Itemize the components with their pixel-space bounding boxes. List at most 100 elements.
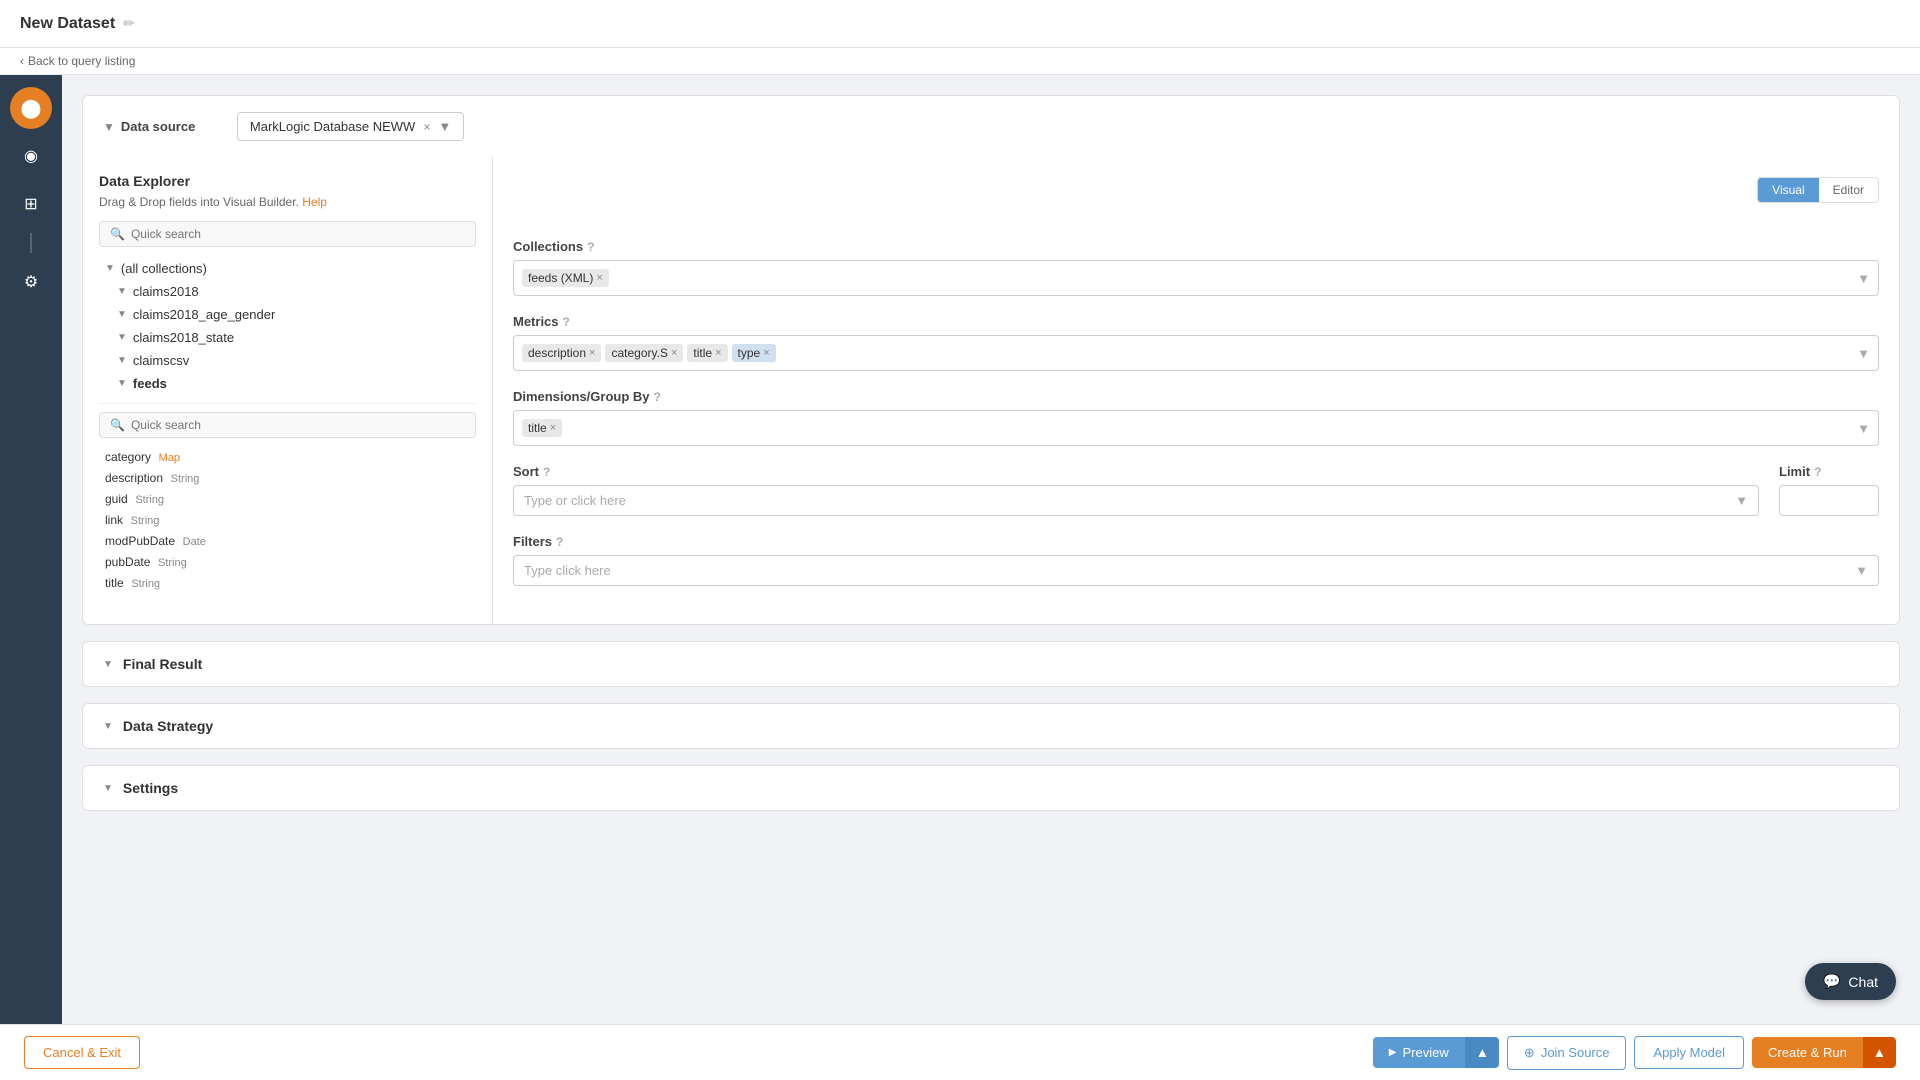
sort-help-icon[interactable]: ? bbox=[543, 465, 550, 479]
explorer-help-link[interactable]: Help bbox=[302, 195, 327, 209]
back-link-text: Back to query listing bbox=[28, 54, 135, 68]
tag-remove-icon[interactable]: × bbox=[671, 347, 677, 359]
datasource-dropdown[interactable]: MarkLogic Database NEWW × ▼ bbox=[237, 112, 464, 141]
limit-label: Limit ? bbox=[1779, 464, 1879, 479]
explorer-search-box[interactable]: 🔍 bbox=[99, 221, 476, 247]
sidebar-item-home[interactable]: ⬤ bbox=[10, 87, 52, 129]
sort-limit-section: Sort ? Type or click here ▼ Li bbox=[513, 464, 1879, 516]
sort-input[interactable]: Type or click here ▼ bbox=[513, 485, 1759, 516]
sort-limit-row: Sort ? Type or click here ▼ Li bbox=[513, 464, 1879, 516]
explorer-subtitle: Drag & Drop fields into Visual Builder. … bbox=[99, 195, 476, 209]
tree-item-label: claimscsv bbox=[133, 353, 189, 368]
tag-remove-icon[interactable]: × bbox=[550, 422, 556, 434]
data-strategy-header[interactable]: ▼ Data Strategy bbox=[83, 704, 1899, 748]
field-row-title[interactable]: title String ⊕ bbox=[99, 572, 476, 593]
settings-header[interactable]: ▼ Settings bbox=[83, 766, 1899, 810]
field-type-guid: String bbox=[135, 494, 164, 506]
fields-search-input[interactable] bbox=[131, 418, 465, 432]
editor-view-btn[interactable]: Editor bbox=[1819, 178, 1878, 202]
preview-play-icon: ▶ bbox=[1389, 1047, 1397, 1058]
preview-expand-icon: ▲ bbox=[1476, 1045, 1489, 1060]
create-run-group: Create & Run ▲ bbox=[1752, 1037, 1896, 1068]
collections-dropdown-icon: ▼ bbox=[1857, 271, 1870, 286]
field-row-category[interactable]: category Map ⊕ bbox=[99, 446, 476, 467]
back-link[interactable]: ‹ Back to query listing bbox=[0, 48, 1920, 75]
datasource-clear-icon[interactable]: × bbox=[423, 120, 430, 134]
datasource-chevron-icon: ▼ bbox=[438, 119, 451, 134]
explorer-search-input[interactable] bbox=[131, 227, 465, 241]
cancel-exit-button[interactable]: Cancel & Exit bbox=[24, 1036, 140, 1069]
collections-section: Collections ? feeds (XML) × ▼ bbox=[513, 239, 1879, 296]
bottom-right-actions: ▶ Preview ▲ ⊕ Join Source Apply Model Cr… bbox=[1373, 1036, 1896, 1070]
tree-item-claimscsv[interactable]: ▼ claimscsv bbox=[99, 349, 476, 372]
search-icon: 🔍 bbox=[110, 227, 125, 241]
collections-input[interactable]: feeds (XML) × ▼ bbox=[513, 260, 1879, 296]
field-row-link[interactable]: link String ⊕ bbox=[99, 509, 476, 530]
field-row-guid[interactable]: guid String ⊕ bbox=[99, 488, 476, 509]
final-result-chevron-icon: ▼ bbox=[103, 659, 113, 670]
edit-icon[interactable]: ✏ bbox=[123, 15, 135, 32]
dimensions-help-icon[interactable]: ? bbox=[654, 390, 661, 404]
field-row-pubdate[interactable]: pubDate String ⊕ bbox=[99, 551, 476, 572]
collections-tag-feeds-xml: feeds (XML) × bbox=[522, 269, 609, 287]
field-row-modpubdate[interactable]: modPubDate Date ⊕ bbox=[99, 530, 476, 551]
top-bar: New Dataset ✏ bbox=[0, 0, 1920, 48]
visual-view-btn[interactable]: Visual bbox=[1758, 178, 1818, 202]
chat-button[interactable]: 💬 Chat bbox=[1805, 963, 1896, 1000]
tree-item-claims2018[interactable]: ▼ claims2018 bbox=[99, 280, 476, 303]
dimensions-label: Dimensions/Group By ? bbox=[513, 389, 1879, 404]
create-run-expand-button[interactable]: ▲ bbox=[1863, 1037, 1896, 1068]
final-result-title: Final Result bbox=[123, 656, 202, 672]
limit-help-icon[interactable]: ? bbox=[1814, 465, 1821, 479]
collections-tag-remove-icon[interactable]: × bbox=[596, 272, 602, 284]
table-icon: ⊞ bbox=[24, 194, 37, 214]
chat-icon: 💬 bbox=[1823, 973, 1840, 990]
apply-model-button[interactable]: Apply Model bbox=[1634, 1036, 1744, 1069]
data-explorer-panel: Data Explorer Drag & Drop fields into Vi… bbox=[83, 157, 493, 624]
metrics-tag-title: title × bbox=[687, 344, 727, 362]
sort-container: Sort ? Type or click here ▼ bbox=[513, 464, 1759, 516]
collections-tag-label: feeds (XML) bbox=[528, 271, 593, 285]
datasource-collapse-icon[interactable]: ▼ bbox=[103, 120, 115, 134]
preview-button[interactable]: ▶ Preview bbox=[1373, 1037, 1465, 1068]
metrics-input[interactable]: description × category.S × title × bbox=[513, 335, 1879, 371]
filters-label: Filters ? bbox=[513, 534, 1879, 549]
tree-item-claims2018-state[interactable]: ▼ claims2018_state bbox=[99, 326, 476, 349]
final-result-header[interactable]: ▼ Final Result bbox=[83, 642, 1899, 686]
tag-remove-icon[interactable]: × bbox=[763, 347, 769, 359]
metrics-label: Metrics ? bbox=[513, 314, 1879, 329]
join-source-plus-icon: ⊕ bbox=[1524, 1045, 1535, 1061]
preview-expand-button[interactable]: ▲ bbox=[1465, 1037, 1499, 1068]
tree-item-feeds[interactable]: ▼ feeds bbox=[99, 372, 476, 395]
settings-title: Settings bbox=[123, 780, 178, 796]
tag-remove-icon[interactable]: × bbox=[715, 347, 721, 359]
eye-icon: ◉ bbox=[24, 146, 38, 166]
form-area: Visual Editor Collections ? feeds (XML) bbox=[493, 157, 1899, 624]
data-source-card: ▼ Data source MarkLogic Database NEWW × … bbox=[82, 95, 1900, 625]
main-area: ▼ Data source MarkLogic Database NEWW × … bbox=[62, 75, 1920, 1077]
field-name-title: title bbox=[105, 576, 124, 590]
field-row-description[interactable]: description String ⊕ bbox=[99, 467, 476, 488]
sidebar-item-eye[interactable]: ◉ bbox=[10, 135, 52, 177]
filters-help-icon[interactable]: ? bbox=[556, 535, 563, 549]
tree-item-claims2018-age-gender[interactable]: ▼ claims2018_age_gender bbox=[99, 303, 476, 326]
collections-help-icon[interactable]: ? bbox=[587, 240, 594, 254]
sidebar-item-gear[interactable]: ⚙ bbox=[10, 261, 52, 303]
dimensions-section: Dimensions/Group By ? title × ▼ bbox=[513, 389, 1879, 446]
filters-input[interactable]: Type click here ▼ bbox=[513, 555, 1879, 586]
back-arrow-icon: ‹ bbox=[20, 54, 24, 68]
dimensions-input[interactable]: title × ▼ bbox=[513, 410, 1879, 446]
metrics-help-icon[interactable]: ? bbox=[563, 315, 570, 329]
tag-remove-icon[interactable]: × bbox=[589, 347, 595, 359]
final-result-card: ▼ Final Result bbox=[82, 641, 1900, 687]
create-run-button[interactable]: Create & Run bbox=[1752, 1037, 1863, 1068]
datasource-section: ▼ Data source MarkLogic Database NEWW × … bbox=[83, 96, 1899, 157]
sidebar-item-table[interactable]: ⊞ bbox=[10, 183, 52, 225]
limit-input[interactable]: 1000 bbox=[1779, 485, 1879, 516]
field-name-description: description bbox=[105, 471, 163, 485]
fields-search-box[interactable]: 🔍 bbox=[99, 412, 476, 438]
create-run-expand-icon: ▲ bbox=[1873, 1045, 1886, 1060]
tree-item-all[interactable]: ▼ (all collections) bbox=[99, 257, 476, 280]
data-strategy-card: ▼ Data Strategy bbox=[82, 703, 1900, 749]
join-source-button[interactable]: ⊕ Join Source bbox=[1507, 1036, 1627, 1070]
